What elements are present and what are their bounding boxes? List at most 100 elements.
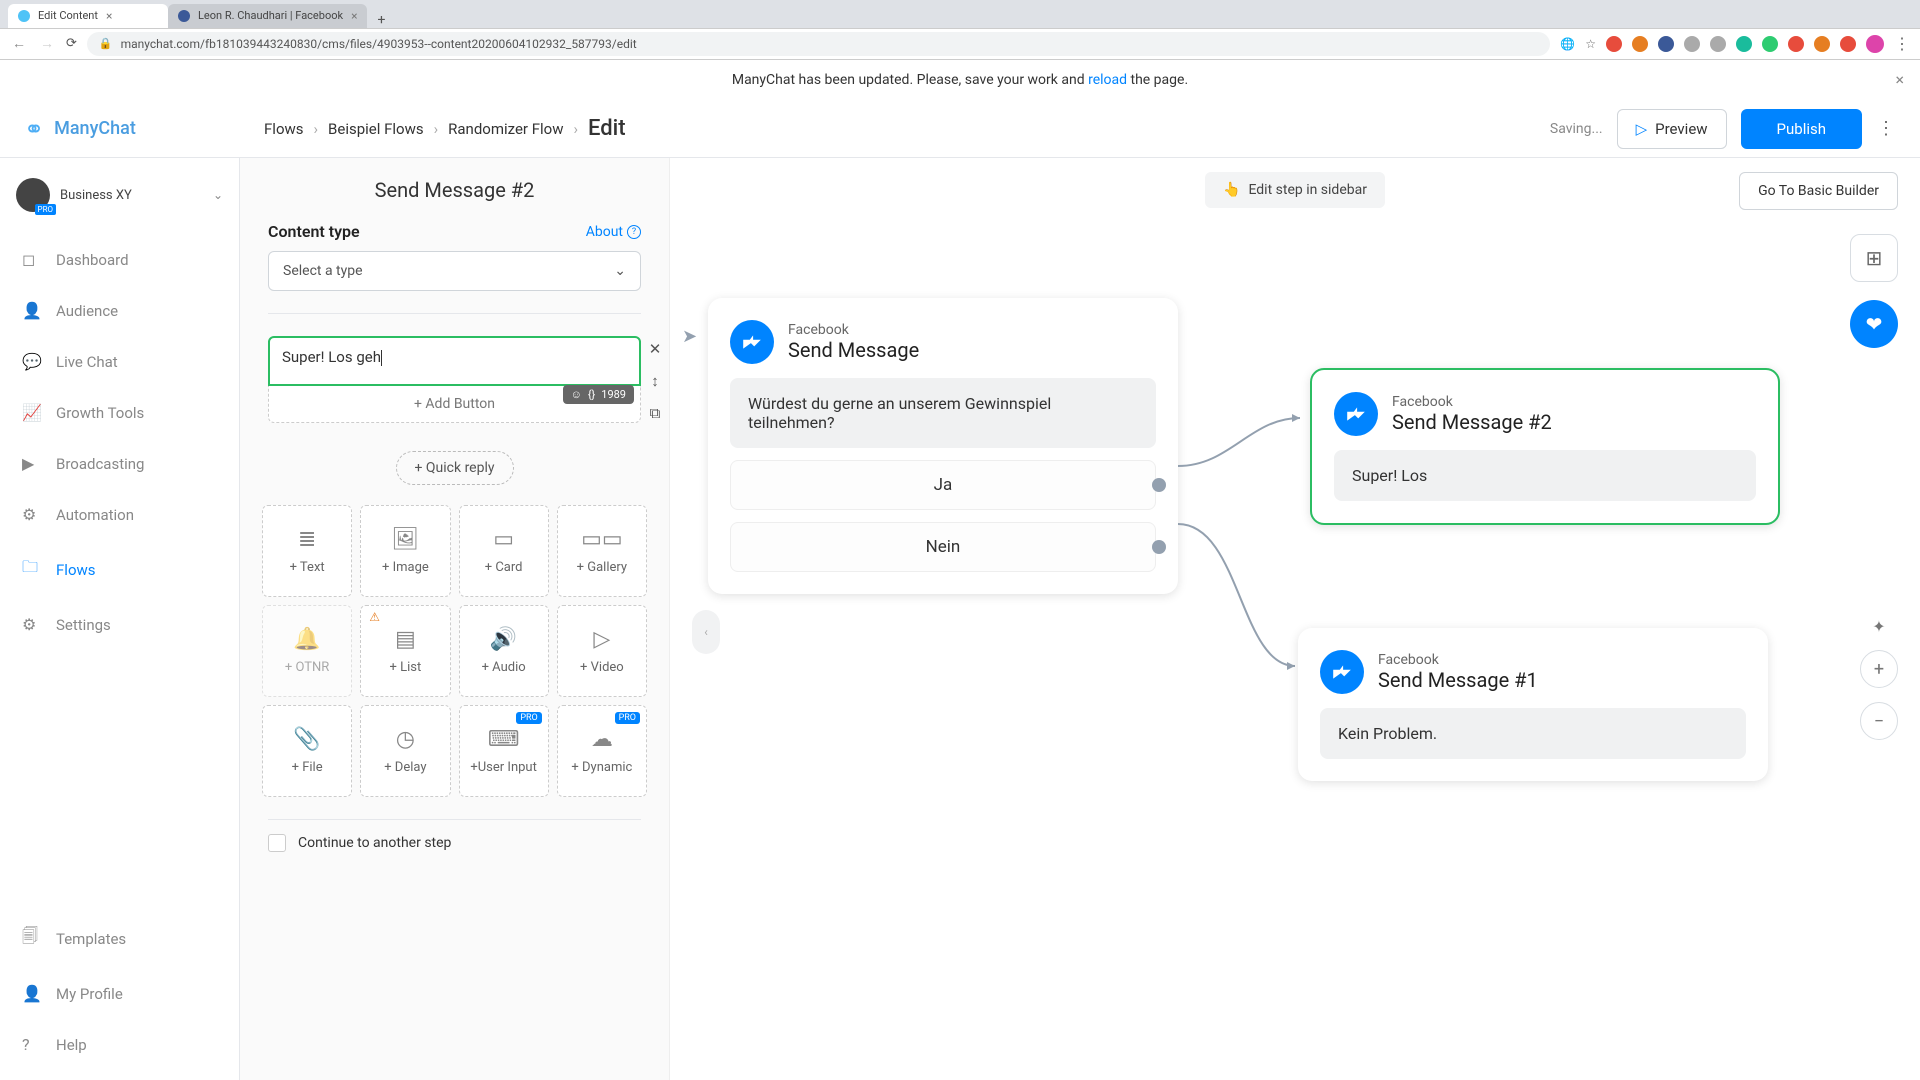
collapse-handle[interactable]: ‹ (692, 610, 720, 654)
alert-icon: ⚠ (369, 610, 380, 624)
flow-node-send-message-2[interactable]: Facebook Send Message #2 Super! Los (1310, 368, 1780, 525)
star-icon[interactable]: ☆ (1585, 37, 1596, 51)
close-icon[interactable]: × (351, 9, 357, 23)
ext-icon[interactable] (1658, 36, 1674, 52)
help-icon: ? (627, 225, 641, 239)
emoji-icon[interactable]: ☺ (571, 388, 582, 401)
assist-button[interactable]: ❤ (1850, 300, 1898, 348)
sidebar-item-settings[interactable]: ⚙Settings (0, 601, 239, 648)
close-icon[interactable]: × (1895, 60, 1904, 100)
sidebar-item-live-chat[interactable]: 💬Live Chat (0, 338, 239, 385)
tile-audio[interactable]: 🔊+ Audio (459, 605, 549, 697)
browser-tab-active[interactable]: Edit Content × (8, 4, 168, 28)
reload-icon[interactable]: ⟳ (66, 36, 77, 51)
ext-icon[interactable] (1840, 36, 1856, 52)
message-bubble: Kein Problem. (1320, 708, 1746, 759)
flow-canvas[interactable]: 👆 Edit step in sidebar Go To Basic Build… (670, 158, 1920, 1080)
tile-icon: ▭▭ (581, 527, 623, 552)
ext-icon[interactable] (1762, 36, 1778, 52)
quick-reply-ja[interactable]: Ja (730, 460, 1156, 510)
tile-text[interactable]: ≣+ Text (262, 505, 352, 597)
preview-button[interactable]: ▷ Preview (1617, 109, 1727, 149)
copy-icon[interactable]: ⧉ (645, 404, 665, 422)
message-editor: ✕ ↕ ⧉ Super! Los geh ☺ {} 1989 + Add But… (240, 336, 669, 485)
close-icon[interactable]: ✕ (645, 340, 665, 358)
tile-icon: ◷ (396, 727, 415, 752)
tile-label: + Card (485, 560, 523, 575)
breadcrumb-item[interactable]: Flows (264, 120, 304, 138)
ext-icon[interactable] (1788, 36, 1804, 52)
node-title: Send Message (788, 338, 919, 362)
tile-label: + Video (580, 660, 624, 675)
tile-userinput[interactable]: PRO⌨+User Input (459, 705, 549, 797)
breadcrumb-item[interactable]: Randomizer Flow (448, 120, 563, 138)
connector-dot[interactable] (1152, 478, 1166, 492)
ext-icon[interactable] (1606, 36, 1622, 52)
content-type-select[interactable]: Select a type ⌄ (268, 251, 641, 291)
ext-icon[interactable] (1814, 36, 1830, 52)
sidebar-item-audience[interactable]: 👤Audience (0, 287, 239, 334)
ext-icon[interactable] (1684, 36, 1700, 52)
divider (268, 819, 641, 820)
continue-row[interactable]: Continue to another step (240, 834, 669, 858)
tile-file[interactable]: 📎+ File (262, 705, 352, 797)
sidebar-item-help[interactable]: ?Help (0, 1021, 239, 1068)
add-button[interactable]: ☺ {} 1989 + Add Button (268, 386, 641, 423)
flow-node-send-message-1[interactable]: Facebook Send Message #1 Kein Problem. (1298, 628, 1768, 781)
move-icon[interactable]: ↕ (645, 372, 665, 390)
tile-image[interactable]: 🖼+ Image (360, 505, 450, 597)
tile-gallery[interactable]: ▭▭+ Gallery (557, 505, 647, 597)
auto-arrange-icon[interactable]: ✦ (1872, 617, 1885, 636)
tile-video[interactable]: ▷+ Video (557, 605, 647, 697)
logo[interactable]: ⚭ ManyChat (24, 115, 264, 143)
ext-icon[interactable] (1710, 36, 1726, 52)
continue-checkbox[interactable] (268, 834, 286, 852)
profile-avatar-icon[interactable] (1866, 35, 1884, 53)
tile-icon: ⌨ (488, 727, 520, 752)
breadcrumb-item[interactable]: Beispiel Flows (328, 120, 424, 138)
edit-hint: 👆 Edit step in sidebar (1205, 172, 1385, 208)
sidebar-item-templates[interactable]: 🗐Templates (0, 911, 239, 966)
node-kicker: Facebook (1392, 394, 1552, 410)
sidebar-item-broadcasting[interactable]: ▶Broadcasting (0, 440, 239, 487)
ext-icon[interactable] (1736, 36, 1752, 52)
reload-link[interactable]: reload (1088, 72, 1127, 88)
sidebar-item-automation[interactable]: ⚙Automation (0, 491, 239, 538)
address-bar[interactable]: 🔒 manychat.com/fb181039443240830/cms/fil… (87, 32, 1550, 56)
message-bubble: Würdest du gerne an unserem Gewinnspiel … (730, 378, 1156, 448)
nav-icon: ◻ (22, 250, 42, 269)
sidebar-item-flows[interactable]: 🗀Flows (0, 542, 239, 597)
zoom-in-button[interactable]: + (1860, 650, 1898, 688)
braces-icon[interactable]: {} (588, 388, 595, 401)
add-step-button[interactable]: ⊞ (1850, 234, 1898, 282)
tile-card[interactable]: ▭+ Card (459, 505, 549, 597)
publish-button[interactable]: Publish (1741, 109, 1862, 149)
address-row: ← → ⟳ 🔒 manychat.com/fb181039443240830/c… (0, 28, 1920, 59)
tile-delay[interactable]: ◷+ Delay (360, 705, 450, 797)
forward-icon[interactable]: → (38, 35, 56, 52)
sidebar-item-growth-tools[interactable]: 📈Growth Tools (0, 389, 239, 436)
about-link[interactable]: About ? (586, 224, 641, 240)
sidebar: PRO Business XY ⌄ ◻Dashboard👤Audience💬Li… (0, 158, 240, 1080)
connector-dot[interactable] (1152, 540, 1166, 554)
translate-icon[interactable]: 🌐 (1560, 37, 1575, 51)
back-icon[interactable]: ← (10, 35, 28, 52)
add-quick-reply[interactable]: + Quick reply (396, 451, 514, 485)
flow-node-send-message[interactable]: Facebook Send Message Würdest du gerne a… (708, 298, 1178, 594)
tile-dynamic[interactable]: PRO☁+ Dynamic (557, 705, 647, 797)
new-tab-button[interactable]: + (371, 12, 391, 28)
quick-reply-nein[interactable]: Nein (730, 522, 1156, 572)
tile-list[interactable]: ⚠▤+ List (360, 605, 450, 697)
sidebar-item-my-profile[interactable]: 👤My Profile (0, 970, 239, 1017)
sidebar-item-dashboard[interactable]: ◻Dashboard (0, 236, 239, 283)
close-icon[interactable]: × (106, 9, 112, 23)
browser-tab[interactable]: Leon R. Chaudhari | Facebook × (168, 4, 367, 28)
menu-icon[interactable]: ⋮ (1894, 34, 1910, 53)
url-text: manychat.com/fb181039443240830/cms/files… (121, 37, 637, 51)
account-picker[interactable]: PRO Business XY ⌄ (0, 168, 239, 222)
go-basic-button[interactable]: Go To Basic Builder (1739, 172, 1898, 210)
more-icon[interactable]: ⋮ (1876, 118, 1896, 139)
zoom-out-button[interactable]: − (1860, 702, 1898, 740)
ext-icon[interactable] (1632, 36, 1648, 52)
message-text-input[interactable]: Super! Los geh (268, 336, 641, 386)
